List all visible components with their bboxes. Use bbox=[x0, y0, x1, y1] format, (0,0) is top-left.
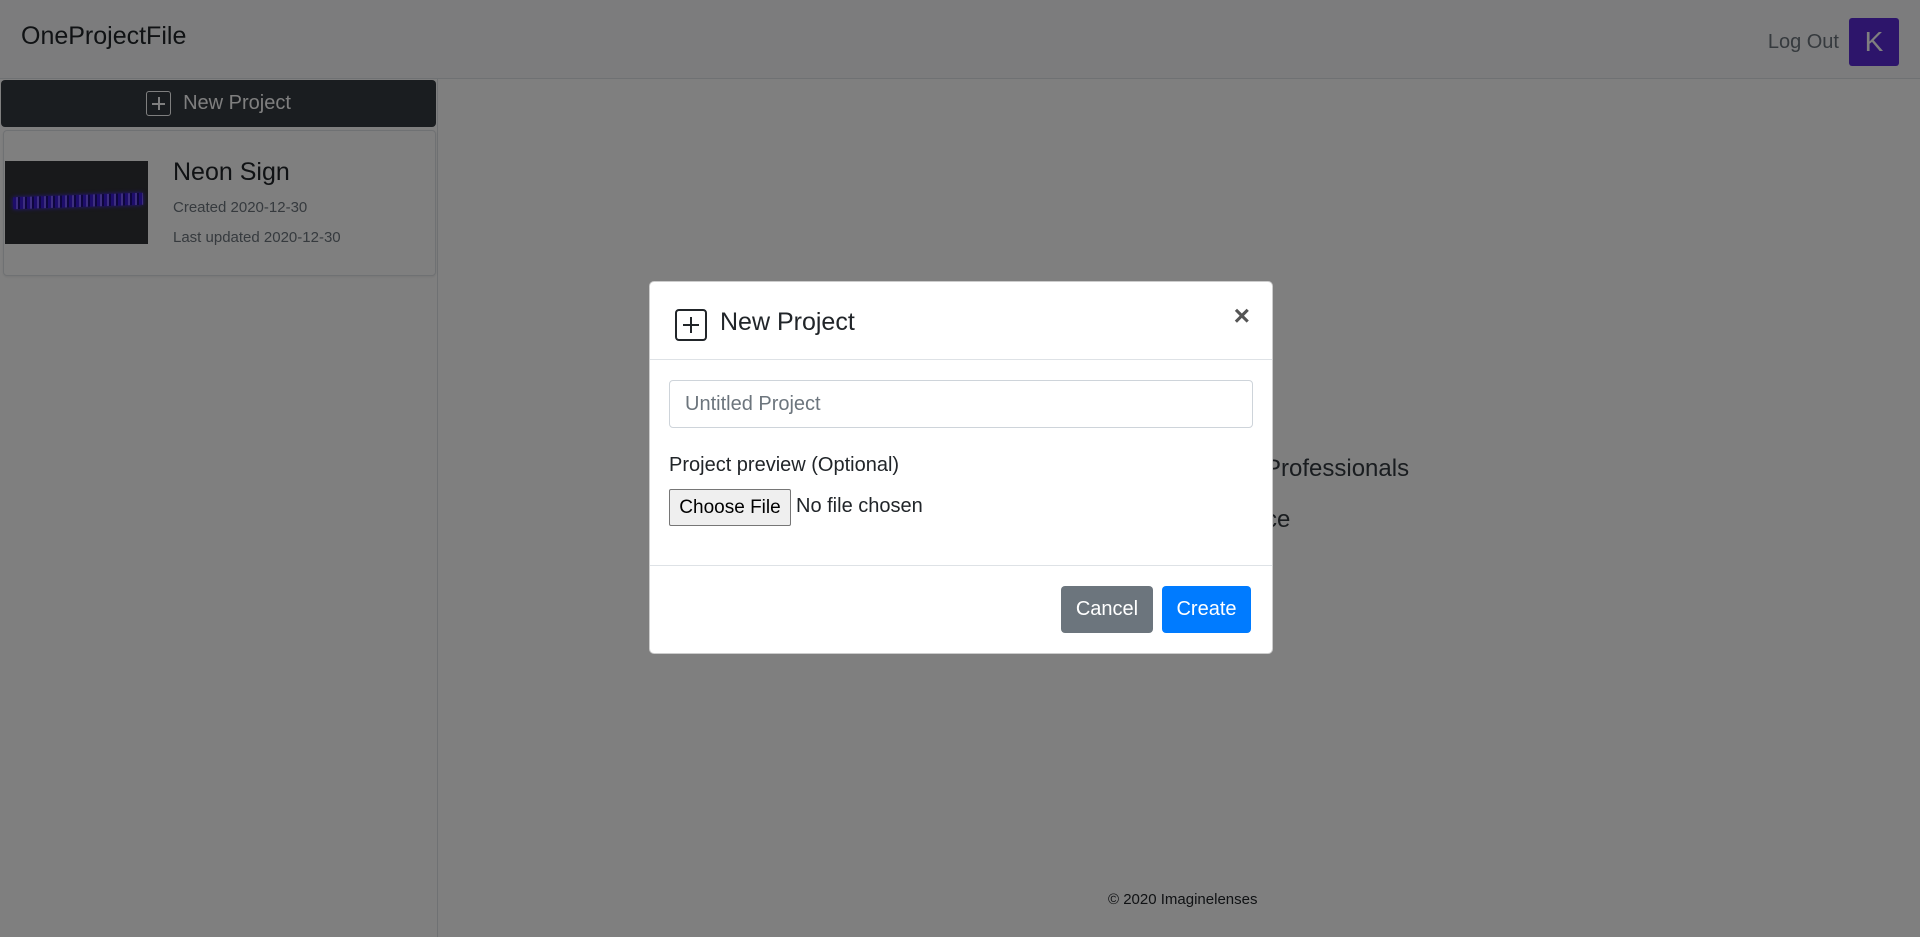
choose-file-button[interactable]: Choose File bbox=[669, 489, 791, 526]
plus-square-icon bbox=[675, 309, 707, 341]
modal-header: New Project × bbox=[650, 282, 1272, 360]
file-status-text: No file chosen bbox=[796, 495, 923, 517]
modal-title: New Project bbox=[720, 308, 855, 336]
project-preview-label: Project preview (Optional) bbox=[669, 454, 900, 476]
create-button[interactable]: Create bbox=[1162, 586, 1251, 633]
new-project-modal: New Project × Project preview (Optional)… bbox=[649, 281, 1273, 654]
project-name-input[interactable] bbox=[669, 380, 1253, 428]
close-icon[interactable]: × bbox=[1234, 302, 1250, 330]
cancel-button[interactable]: Cancel bbox=[1061, 586, 1153, 633]
